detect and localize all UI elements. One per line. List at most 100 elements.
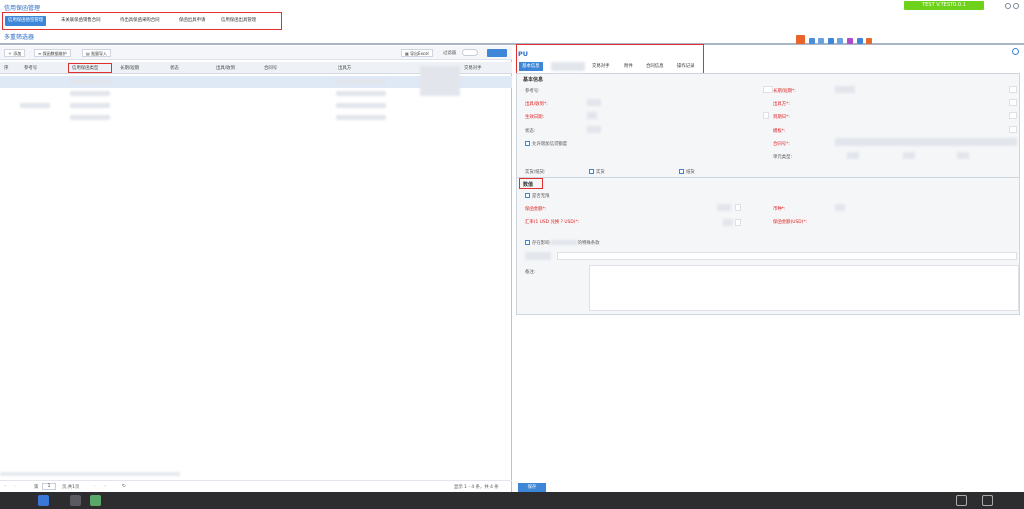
allow-increase-checkbox[interactable]: 允许增加信贷额度 [525, 141, 567, 147]
batch-import-button[interactable]: ▤ 批量导入 [82, 49, 112, 57]
unit-type-label: 单元类型: [773, 155, 793, 160]
tab-credit-guarantee-signing[interactable]: 信用保函他签管理 [5, 16, 47, 26]
template-dropdown[interactable] [1009, 126, 1017, 133]
info-icon[interactable] [1012, 48, 1019, 55]
paper-goods-checkbox[interactable]: 纸货 [679, 169, 695, 175]
tab-unlinked-sales-contracts[interactable]: 未关联保函销售合同 [58, 16, 104, 26]
tab-attachments[interactable]: 附件 [621, 62, 636, 71]
unlimited-checkbox[interactable]: 是否无限 [525, 193, 550, 199]
rate-input[interactable] [723, 219, 733, 226]
record-summary: 显示 1 - 4 条，共 4 条 [454, 485, 499, 490]
page-label: 第 [34, 485, 39, 490]
contract-no-input[interactable] [835, 138, 1017, 146]
tab-contract-info[interactable]: 合同信息 [643, 62, 667, 71]
view-switch-button[interactable] [487, 49, 507, 57]
add-button[interactable]: ＋ 添加 [4, 49, 26, 57]
col-ref-no[interactable]: 参考号 [24, 65, 37, 71]
microphone-icon[interactable] [827, 38, 834, 44]
template-label: 模板*: [773, 129, 786, 134]
checkbox-icon [589, 169, 594, 174]
next-page-icon[interactable]: › [94, 484, 96, 489]
tab-guarantee-request[interactable]: 保函出具申请 [176, 16, 208, 26]
multi-filter-title[interactable]: 多重筛选器 [4, 32, 34, 41]
physical-goods-checkbox[interactable]: 实货 [589, 169, 605, 175]
section-divider [517, 177, 1019, 178]
checkbox-icon [525, 193, 530, 198]
app-grid-icon[interactable] [70, 495, 81, 506]
app-title: 信用保函管理 [4, 5, 41, 12]
export-excel-button[interactable]: ▦ 导出Excel [401, 49, 433, 57]
table-row[interactable] [0, 88, 512, 100]
app-icon[interactable] [90, 495, 101, 506]
currency-select[interactable] [835, 204, 845, 211]
ref-no-input[interactable] [763, 86, 773, 93]
long-short-dropdown[interactable] [1009, 86, 1017, 93]
window-controls [1005, 3, 1021, 11]
chinese-mode-icon[interactable] [808, 38, 815, 44]
tab-counterparty[interactable]: 交易对手 [589, 62, 613, 71]
col-index[interactable]: 序 [4, 65, 8, 71]
unit-type-option[interactable] [847, 152, 859, 159]
section-basic-info: 基本信息 [523, 77, 544, 83]
detail-panel: PU 基本信息 交易对手 附件 合同信息 操作记录 基本信息 参考号: 出具/收… [514, 44, 1024, 492]
save-button[interactable]: 保存 [518, 483, 546, 492]
tab-guarantee-issue-management[interactable]: 信用保函出具管理 [218, 16, 259, 26]
checkbox-icon [525, 141, 530, 146]
section-numeric: 数值 [523, 182, 534, 188]
col-status[interactable]: 状态 [170, 65, 179, 71]
pagination-bar: « ‹ 第 1 页,共1页 › » ↻ 显示 1 - 4 条，共 4 条 [0, 480, 512, 492]
checkbox-icon [679, 169, 684, 174]
expiry-date-dropdown[interactable] [1009, 112, 1017, 119]
expiry-date-picker[interactable] [763, 112, 769, 119]
first-page-icon[interactable]: « [4, 484, 7, 489]
filter-toggle[interactable] [462, 49, 478, 56]
refresh-icon[interactable]: ↻ [122, 484, 126, 489]
notification-icon[interactable] [956, 495, 967, 506]
col-contract-no[interactable]: 合同号 [264, 65, 277, 71]
finder-icon[interactable] [38, 495, 49, 506]
keyboard-icon[interactable] [837, 38, 844, 44]
special-terms-checkbox[interactable]: 存在影响 的特殊条款 [525, 240, 600, 246]
col-issuer[interactable]: 出具方 [338, 65, 351, 71]
tab-operation-log[interactable]: 操作记录 [674, 62, 698, 71]
status-select[interactable] [587, 126, 601, 133]
data-maintain-button[interactable]: ≡ 保函数据维护 [34, 49, 71, 57]
close-icon[interactable] [1013, 3, 1019, 9]
taskbar [0, 492, 1024, 509]
issuer-dropdown[interactable] [1009, 99, 1017, 106]
issue-receive-select[interactable] [587, 99, 601, 106]
special-terms-option[interactable] [525, 252, 551, 260]
page-number-input[interactable]: 1 [42, 483, 56, 490]
skin-icon[interactable] [846, 38, 853, 44]
effective-date-field[interactable] [587, 112, 597, 119]
col-term[interactable]: 长期/短期 [120, 65, 139, 71]
col-counterparty[interactable]: 交易对手 [464, 65, 482, 71]
amount-input[interactable] [717, 204, 731, 211]
last-page-icon[interactable]: » [104, 484, 107, 489]
sogou-icon[interactable] [796, 35, 805, 44]
long-short-select[interactable] [835, 86, 855, 93]
col-issue-receive[interactable]: 出具/收到 [216, 65, 235, 71]
contract-no-label: 合同号*: [773, 142, 790, 147]
amount-stepper[interactable] [735, 204, 741, 211]
table-row[interactable] [0, 100, 512, 112]
special-terms-select[interactable] [557, 252, 1017, 260]
table-row[interactable] [0, 66, 512, 96]
more-icon[interactable] [866, 38, 873, 44]
logout-icon[interactable] [982, 495, 993, 506]
prev-page-icon[interactable]: ‹ [14, 484, 16, 489]
horizontal-scrollbar[interactable] [0, 472, 180, 476]
unit-type-option[interactable] [903, 152, 915, 159]
unit-type-option[interactable] [957, 152, 969, 159]
minimize-icon[interactable] [1005, 3, 1011, 9]
ref-no-label: 参考号: [525, 89, 540, 94]
punctuation-icon[interactable] [818, 38, 825, 44]
detail-tabs-highlight: 基本信息 交易对手 附件 合同信息 操作记录 [516, 44, 704, 74]
rate-label: 汇率(1 USD 兑换 ? USD)*: [525, 220, 580, 225]
table-row[interactable] [0, 112, 512, 124]
rate-stepper[interactable] [735, 219, 741, 226]
toolbox-icon[interactable] [856, 38, 863, 44]
tab-basic-info[interactable]: 基本信息 [519, 62, 543, 71]
remark-textarea[interactable] [589, 265, 1019, 311]
tab-pending-purchase-contracts[interactable]: 待出具保函采购合同 [117, 16, 163, 26]
